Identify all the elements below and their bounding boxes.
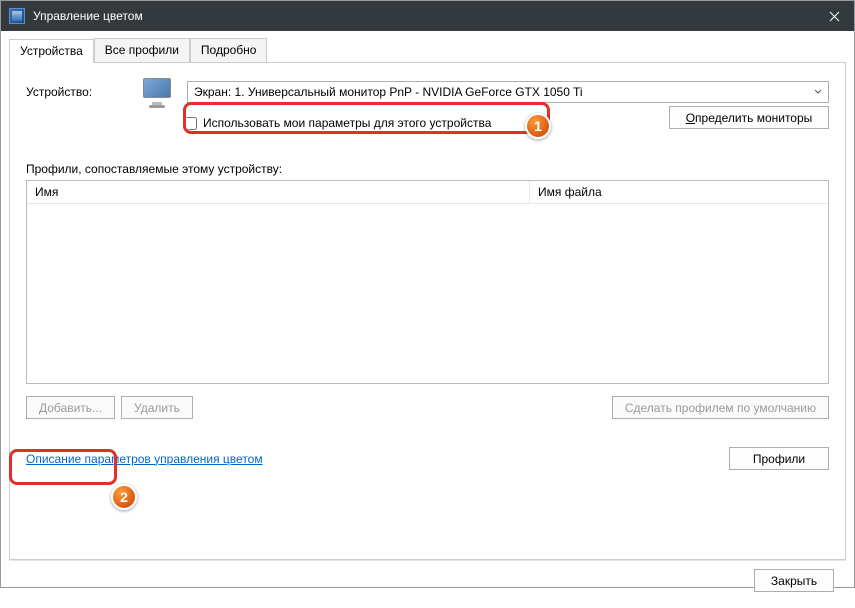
column-header-file[interactable]: Имя файла xyxy=(530,181,828,203)
tab-advanced[interactable]: Подробно xyxy=(190,38,268,62)
monitor-icon xyxy=(143,78,175,106)
identify-monitors-button[interactable]: Определить мониторы xyxy=(669,106,829,129)
tab-devices[interactable]: Устройства xyxy=(9,39,94,63)
profile-list[interactable]: Имя Имя файла xyxy=(26,180,829,384)
window-title: Управление цветом xyxy=(33,9,814,23)
device-select[interactable]: Экран: 1. Универсальный монитор PnP - NV… xyxy=(187,81,829,103)
tab-all-profiles[interactable]: Все профили xyxy=(94,38,190,62)
tab-panel-devices: Устройство: Экран: 1. Универсальный мони… xyxy=(9,62,846,560)
add-button[interactable]: Добавить... xyxy=(26,396,115,419)
remove-button[interactable]: Удалить xyxy=(121,396,193,419)
chevron-down-icon xyxy=(814,88,822,96)
set-default-button[interactable]: Сделать профилем по умолчанию xyxy=(612,396,829,419)
app-icon xyxy=(9,8,25,24)
device-select-value: Экран: 1. Универсальный монитор PnP - NV… xyxy=(194,85,583,99)
titlebar: Управление цветом xyxy=(1,1,854,31)
help-link[interactable]: Описание параметров управления цветом xyxy=(26,452,263,466)
use-my-settings-checkbox[interactable] xyxy=(184,117,197,130)
annotation-badge-2: 2 xyxy=(111,484,137,510)
profiles-button[interactable]: Профили xyxy=(729,447,829,470)
profile-list-header: Имя Имя файла xyxy=(27,181,828,204)
close-dialog-button[interactable]: Закрыть xyxy=(754,569,834,592)
close-button[interactable] xyxy=(814,1,854,31)
tabs: Устройства Все профили Подробно xyxy=(9,38,846,63)
footer: Закрыть xyxy=(9,560,846,600)
column-header-name[interactable]: Имя xyxy=(27,181,530,203)
device-label: Устройство: xyxy=(26,85,131,99)
use-my-settings-label[interactable]: Использовать мои параметры для этого уст… xyxy=(203,116,491,130)
profiles-section-label: Профили, сопоставляемые этому устройству… xyxy=(26,162,829,176)
